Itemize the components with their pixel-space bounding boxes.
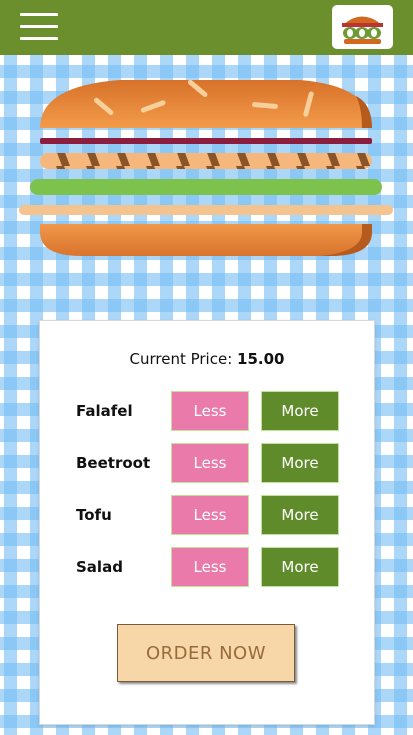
ingredient-name: Beetroot xyxy=(76,454,151,472)
current-price: Current Price: 15.00 xyxy=(40,350,374,368)
ingredient-name: Falafel xyxy=(76,402,133,420)
top-bun xyxy=(40,79,372,128)
order-card: Current Price: 15.00 Falafel Less More B… xyxy=(39,320,375,725)
tofu-more-button[interactable]: More xyxy=(261,495,339,535)
falafel-less-button[interactable]: Less xyxy=(171,391,249,431)
top-bar xyxy=(0,0,413,55)
ingredient-row-beetroot: Beetroot Less More xyxy=(40,443,374,485)
burger-illustration xyxy=(19,79,393,256)
tofu-layer xyxy=(19,205,393,215)
ingredient-name: Tofu xyxy=(76,506,112,524)
price-label: Current Price: xyxy=(129,350,233,368)
lettuce-layer xyxy=(30,179,382,195)
ingredient-row-salad: Salad Less More xyxy=(40,547,374,589)
order-now-button[interactable]: ORDER NOW xyxy=(117,624,295,682)
falafel-more-button[interactable]: More xyxy=(261,391,339,431)
onion-layer xyxy=(40,138,372,144)
ingredient-name: Salad xyxy=(76,558,123,576)
hamburger-menu-icon[interactable] xyxy=(20,11,58,42)
falafel-layer xyxy=(40,153,372,169)
price-value: 15.00 xyxy=(237,350,285,368)
beetroot-less-button[interactable]: Less xyxy=(171,443,249,483)
ingredient-row-falafel: Falafel Less More xyxy=(40,391,374,433)
salad-less-button[interactable]: Less xyxy=(171,547,249,587)
salad-more-button[interactable]: More xyxy=(261,547,339,587)
tofu-less-button[interactable]: Less xyxy=(171,495,249,535)
beetroot-more-button[interactable]: More xyxy=(261,443,339,483)
bottom-bun xyxy=(40,224,372,256)
burger-logo-icon[interactable] xyxy=(332,5,393,49)
ingredient-row-tofu: Tofu Less More xyxy=(40,495,374,537)
